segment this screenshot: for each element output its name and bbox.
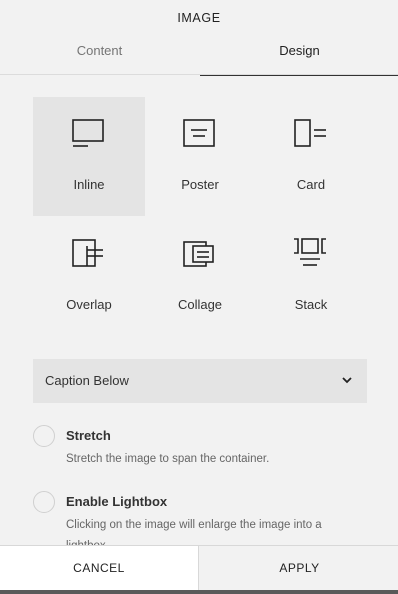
tab-design[interactable]: Design <box>200 36 398 76</box>
stretch-description: Stretch the image to span the container. <box>66 453 270 465</box>
lightbox-title: Enable Lightbox <box>66 494 168 509</box>
layout-option-collage[interactable]: Collage <box>144 217 256 336</box>
layout-option-poster[interactable]: Poster <box>144 97 256 216</box>
layout-label-collage: Collage <box>177 297 223 312</box>
inline-layout-icon <box>72 119 104 147</box>
collage-layout-icon <box>183 241 214 267</box>
bottom-edge <box>0 590 398 594</box>
tab-bar: Content Design <box>0 36 398 76</box>
image-settings-panel: IMAGE Content Design Inline Poster Card … <box>0 0 398 594</box>
layout-label-card: Card <box>296 177 326 192</box>
apply-button[interactable]: APPLY <box>200 546 398 591</box>
panel-footer: CANCEL APPLY <box>0 545 398 591</box>
panel-title: IMAGE <box>177 11 221 25</box>
tab-content[interactable]: Content <box>0 36 199 75</box>
card-layout-icon <box>294 119 326 147</box>
layout-option-stack[interactable]: Stack <box>255 217 367 336</box>
lightbox-radio[interactable] <box>33 491 55 513</box>
chevron-down-icon <box>342 377 352 384</box>
stretch-title: Stretch <box>66 428 111 443</box>
layout-option-overlap[interactable]: Overlap <box>33 217 145 336</box>
layout-label-inline: Inline <box>73 177 105 192</box>
layout-option-inline[interactable]: Inline <box>33 97 145 216</box>
caption-position-value: Caption Below <box>45 373 129 388</box>
stack-layout-icon <box>294 238 326 266</box>
cancel-button[interactable]: CANCEL <box>0 546 199 591</box>
lightbox-description: Clicking on the image will enlarge the i… <box>66 519 322 545</box>
caption-position-select[interactable]: Caption Below <box>33 359 367 403</box>
layout-label-stack: Stack <box>294 297 328 312</box>
overlap-layout-icon <box>72 239 103 267</box>
layout-label-overlap: Overlap <box>66 297 112 312</box>
poster-layout-icon <box>183 119 215 147</box>
lightbox-option: Enable Lightbox Clicking on the image wi… <box>33 491 367 545</box>
layout-label-poster: Poster <box>181 177 219 192</box>
stretch-option: Stretch Stretch the image to span the co… <box>33 425 367 475</box>
layout-option-card[interactable]: Card <box>255 97 367 216</box>
stretch-radio[interactable] <box>33 425 55 447</box>
